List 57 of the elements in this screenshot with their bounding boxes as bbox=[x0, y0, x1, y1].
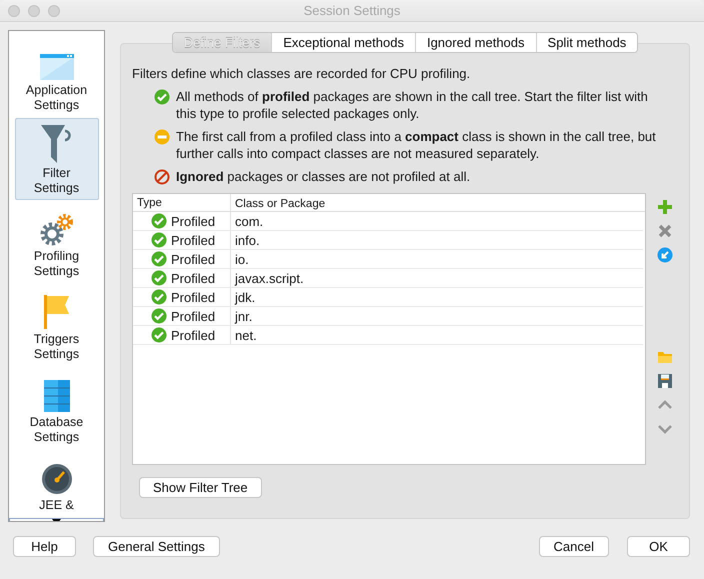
column-header: Class or Package bbox=[235, 198, 326, 210]
sidebar-item[interactable]: Application Settings bbox=[14, 35, 98, 117]
table-cell: io. bbox=[235, 252, 249, 266]
table-cell: net. bbox=[235, 328, 257, 342]
sidebar-item[interactable]: JEE & bbox=[14, 450, 98, 517]
table-cell: Profiled bbox=[171, 328, 216, 342]
check-icon bbox=[151, 289, 167, 305]
table-cell: Profiled bbox=[171, 232, 216, 248]
database-icon bbox=[44, 380, 70, 412]
gears-icon bbox=[40, 214, 74, 246]
gauge-icon bbox=[40, 463, 72, 495]
check-icon bbox=[151, 308, 167, 324]
revert-icon[interactable] bbox=[657, 247, 673, 263]
check-icon bbox=[151, 270, 167, 286]
close-button[interactable] bbox=[8, 5, 20, 17]
window-title: Session Settings bbox=[304, 3, 400, 18]
add-icon[interactable] bbox=[657, 199, 673, 215]
column-header: Type bbox=[137, 196, 162, 208]
prohibited-icon bbox=[154, 169, 170, 185]
dialog-footer-button[interactable]: OK bbox=[627, 536, 690, 557]
table-cell: Profiled bbox=[171, 214, 216, 228]
check-icon bbox=[151, 251, 167, 267]
minimize-button[interactable] bbox=[28, 5, 40, 17]
table-cell: javax.script. bbox=[235, 270, 304, 286]
dialog-footer-button[interactable]: Help bbox=[13, 536, 76, 557]
table-cell: jnr. bbox=[235, 308, 252, 324]
legend-text: All methods of profiled packages are shown in the call tree. Start the filter list with this type to profile selected packages only. bbox=[176, 88, 649, 122]
sidebar-item[interactable]: Database Settings bbox=[14, 367, 98, 449]
table-cell: Profiled bbox=[171, 252, 216, 266]
dialog-footer-button[interactable]: General Settings bbox=[93, 536, 220, 557]
table-cell: info. bbox=[235, 232, 260, 248]
intro-text: Filters define which classes are recorded for CPU profiling. bbox=[132, 66, 472, 82]
flag-icon bbox=[44, 295, 70, 329]
save-icon[interactable] bbox=[657, 373, 673, 389]
table-cell: Profiled bbox=[171, 290, 216, 304]
check-icon bbox=[151, 232, 167, 248]
folder-icon[interactable] bbox=[657, 349, 673, 365]
sidebar-item[interactable]: Filter Settings bbox=[14, 118, 98, 200]
show-filter-tree-button[interactable]: Show Filter Tree bbox=[139, 477, 262, 498]
dialog-footer-button[interactable]: Cancel bbox=[538, 536, 609, 557]
sidebar-item[interactable]: Triggers Settings bbox=[14, 284, 98, 366]
check-icon bbox=[151, 213, 167, 229]
funnel-icon bbox=[40, 125, 72, 163]
legend-text: The first call from a profiled class into a compact class is shown in the call tree, but further calls into compact classes are not measured separately. bbox=[176, 128, 657, 162]
table-cell: Profiled bbox=[171, 270, 216, 286]
window-icon bbox=[40, 54, 74, 80]
table-cell: jdk. bbox=[235, 290, 256, 304]
check-icon bbox=[151, 327, 167, 343]
table-cell: Profiled bbox=[171, 308, 216, 324]
legend-text: Ignored packages or classes are not profiled at all. bbox=[176, 168, 472, 185]
table-cell: com. bbox=[235, 214, 264, 228]
minus-icon bbox=[154, 129, 170, 145]
delete-icon[interactable] bbox=[657, 223, 673, 239]
zoom-button[interactable] bbox=[48, 5, 60, 17]
tab[interactable]: Split methods bbox=[536, 33, 638, 52]
check-icon bbox=[154, 89, 170, 105]
sidebar-item[interactable]: Profiling Settings bbox=[14, 201, 98, 283]
